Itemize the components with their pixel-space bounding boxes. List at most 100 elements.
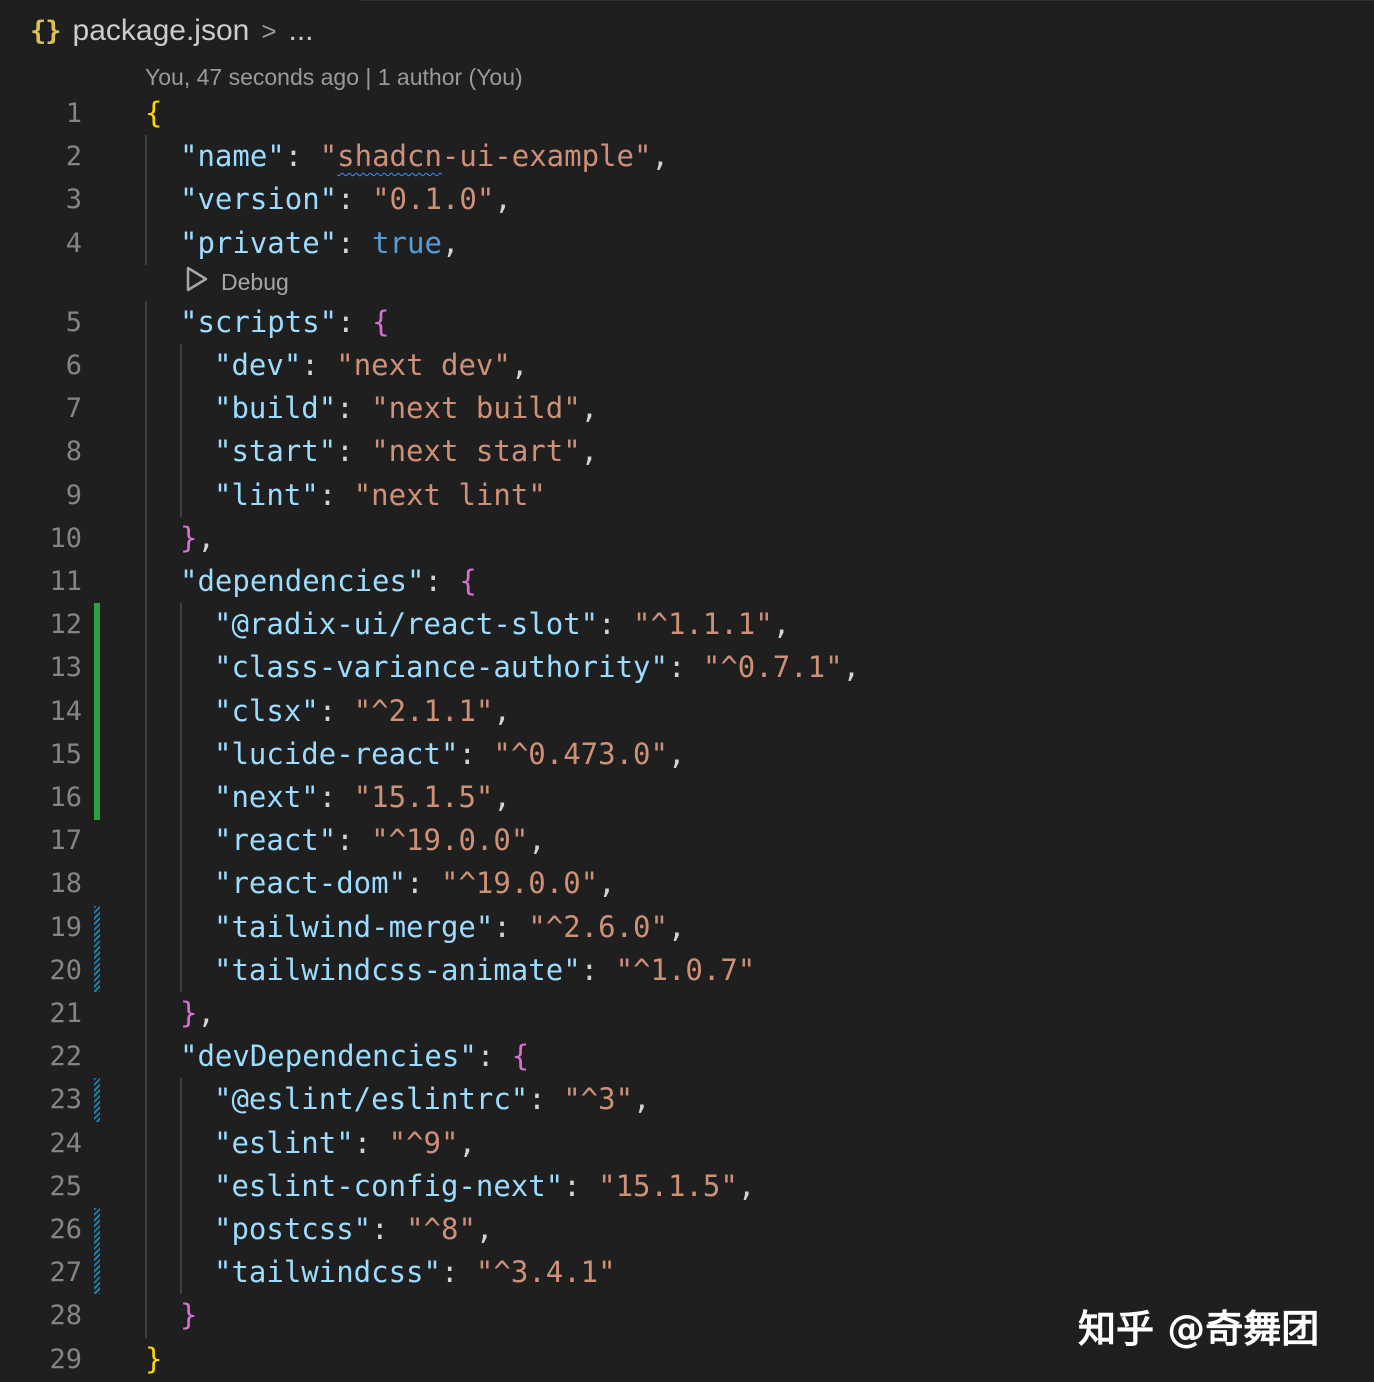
code-line[interactable]: "@eslint/eslintrc": "^3", bbox=[214, 1078, 651, 1121]
code-line[interactable]: "dependencies": { bbox=[180, 560, 477, 603]
line-number: 10 bbox=[49, 523, 82, 554]
code-token: , bbox=[197, 996, 215, 1030]
code-token: "^2.6.0" bbox=[528, 910, 668, 944]
line-number: 24 bbox=[49, 1128, 82, 1159]
breadcrumb-file[interactable]: package.json bbox=[73, 14, 250, 48]
code-token: "tailwindcss-animate" bbox=[214, 953, 581, 987]
breadcrumb-more[interactable]: ... bbox=[289, 14, 314, 48]
line-number: 8 bbox=[65, 436, 82, 467]
code-token: "class-variance-authority" bbox=[214, 650, 668, 684]
code-line[interactable]: "tailwindcss-animate": "^1.0.7" bbox=[214, 949, 755, 992]
line-number: 9 bbox=[65, 480, 82, 511]
line-number: 14 bbox=[49, 696, 82, 727]
indent-guide bbox=[145, 135, 147, 265]
line-number: 22 bbox=[49, 1041, 82, 1072]
code-line[interactable]: "version": "0.1.0", bbox=[180, 178, 512, 221]
code-token: : bbox=[371, 1212, 407, 1246]
code-line[interactable]: "clsx": "^2.1.1", bbox=[214, 690, 511, 733]
code-line[interactable]: "tailwind-merge": "^2.6.0", bbox=[214, 906, 685, 949]
code-token: : bbox=[476, 1039, 512, 1073]
code-token: { bbox=[459, 564, 477, 598]
modified-lines-marker[interactable] bbox=[94, 1208, 100, 1294]
code-token: "15.1.5" bbox=[353, 780, 494, 814]
line-number: 6 bbox=[65, 350, 82, 381]
code-token: : bbox=[493, 910, 529, 944]
code-token: " bbox=[319, 139, 338, 173]
chevron-right-icon: > bbox=[261, 15, 277, 46]
code-token: "name" bbox=[180, 139, 285, 173]
code-token: , bbox=[842, 650, 861, 684]
code-token: , bbox=[580, 434, 599, 468]
code-line[interactable]: "@radix-ui/react-slot": "^1.1.1", bbox=[214, 603, 790, 646]
code-line[interactable]: "react": "^19.0.0", bbox=[214, 819, 546, 862]
code-token: , bbox=[493, 780, 511, 814]
code-line[interactable]: "build": "next build", bbox=[214, 387, 598, 430]
code-token: , bbox=[197, 521, 215, 555]
code-token: "^19.0.0" bbox=[440, 866, 599, 900]
code-token: , bbox=[667, 910, 686, 944]
code-line[interactable]: "lint": "next lint" bbox=[214, 474, 546, 517]
code-token: "^1.1.1" bbox=[633, 607, 773, 641]
code-line[interactable]: "postcss": "^8", bbox=[214, 1208, 493, 1251]
code-token: : bbox=[353, 1126, 389, 1160]
editor-top-border bbox=[360, 0, 1374, 4]
code-line[interactable]: "react-dom": "^19.0.0", bbox=[214, 862, 616, 905]
code-token: "0.1.0" bbox=[372, 182, 495, 216]
code-line[interactable]: "lucide-react": "^0.473.0", bbox=[214, 733, 685, 776]
code-token: "dependencies" bbox=[180, 564, 425, 598]
code-token: : bbox=[337, 305, 373, 339]
code-line[interactable]: "class-variance-authority": "^0.7.1", bbox=[214, 646, 860, 689]
line-number: 13 bbox=[49, 652, 82, 683]
code-token: "lucide-react" bbox=[214, 737, 459, 771]
code-line[interactable]: "name": "shadcn-ui-example", bbox=[180, 135, 669, 178]
modified-lines-marker[interactable] bbox=[94, 906, 100, 992]
code-token: : bbox=[336, 434, 372, 468]
code-token: , bbox=[737, 1169, 756, 1203]
code-token: "^1.0.7" bbox=[615, 953, 756, 987]
code-line[interactable]: } bbox=[180, 1294, 197, 1337]
code-line[interactable]: "eslint-config-next": "15.1.5", bbox=[214, 1165, 755, 1208]
code-line[interactable]: { bbox=[145, 92, 162, 135]
code-token: } bbox=[180, 521, 198, 555]
line-number: 2 bbox=[65, 141, 82, 172]
code-line[interactable]: } bbox=[145, 1338, 162, 1381]
code-token: "^0.473.0" bbox=[493, 737, 668, 771]
line-number: 21 bbox=[49, 998, 82, 1029]
indent-guide bbox=[180, 603, 182, 992]
json-file-icon: {} bbox=[30, 15, 62, 47]
code-line[interactable]: "dev": "next dev", bbox=[214, 344, 528, 387]
code-token: , bbox=[528, 823, 546, 857]
code-token: "start" bbox=[214, 434, 337, 468]
code-token: } bbox=[180, 1298, 198, 1332]
code-line[interactable]: "eslint": "^9", bbox=[214, 1122, 476, 1165]
git-blame-codelens[interactable]: You, 47 seconds ago | 1 author (You) bbox=[145, 60, 523, 94]
code-token: : bbox=[301, 348, 337, 382]
code-token: , bbox=[651, 139, 669, 173]
code-line[interactable]: "next": "15.1.5", bbox=[214, 776, 511, 819]
code-token: , bbox=[475, 1212, 494, 1246]
code-token: , bbox=[458, 1126, 476, 1160]
code-token: "@eslint/eslintrc" bbox=[214, 1082, 529, 1116]
line-number: 20 bbox=[49, 955, 82, 986]
code-line[interactable]: "start": "next start", bbox=[214, 430, 598, 473]
code-token: , bbox=[633, 1082, 651, 1116]
code-token: : bbox=[667, 650, 703, 684]
line-number: 17 bbox=[49, 825, 82, 856]
code-line[interactable]: }, bbox=[180, 992, 215, 1035]
code-token: { bbox=[372, 305, 390, 339]
line-number: 1 bbox=[65, 98, 82, 129]
code-line[interactable]: "devDependencies": { bbox=[180, 1035, 529, 1078]
code-line[interactable]: }, bbox=[180, 517, 215, 560]
code-line[interactable]: "private": true, bbox=[180, 222, 459, 265]
line-number: 16 bbox=[49, 782, 82, 813]
code-token: -ui-example" bbox=[441, 139, 652, 173]
line-number: 25 bbox=[49, 1171, 82, 1202]
code-token: "@radix-ui/react-slot" bbox=[214, 607, 599, 641]
code-token: "next lint" bbox=[353, 478, 546, 512]
code-line[interactable]: "tailwindcss": "^3.4.1" bbox=[214, 1251, 616, 1294]
debug-codelens[interactable]: Debug bbox=[185, 262, 289, 302]
code-token: , bbox=[667, 737, 686, 771]
modified-lines-marker[interactable] bbox=[94, 1078, 100, 1122]
added-lines-marker[interactable] bbox=[94, 603, 100, 820]
code-line[interactable]: "scripts": { bbox=[180, 301, 390, 344]
